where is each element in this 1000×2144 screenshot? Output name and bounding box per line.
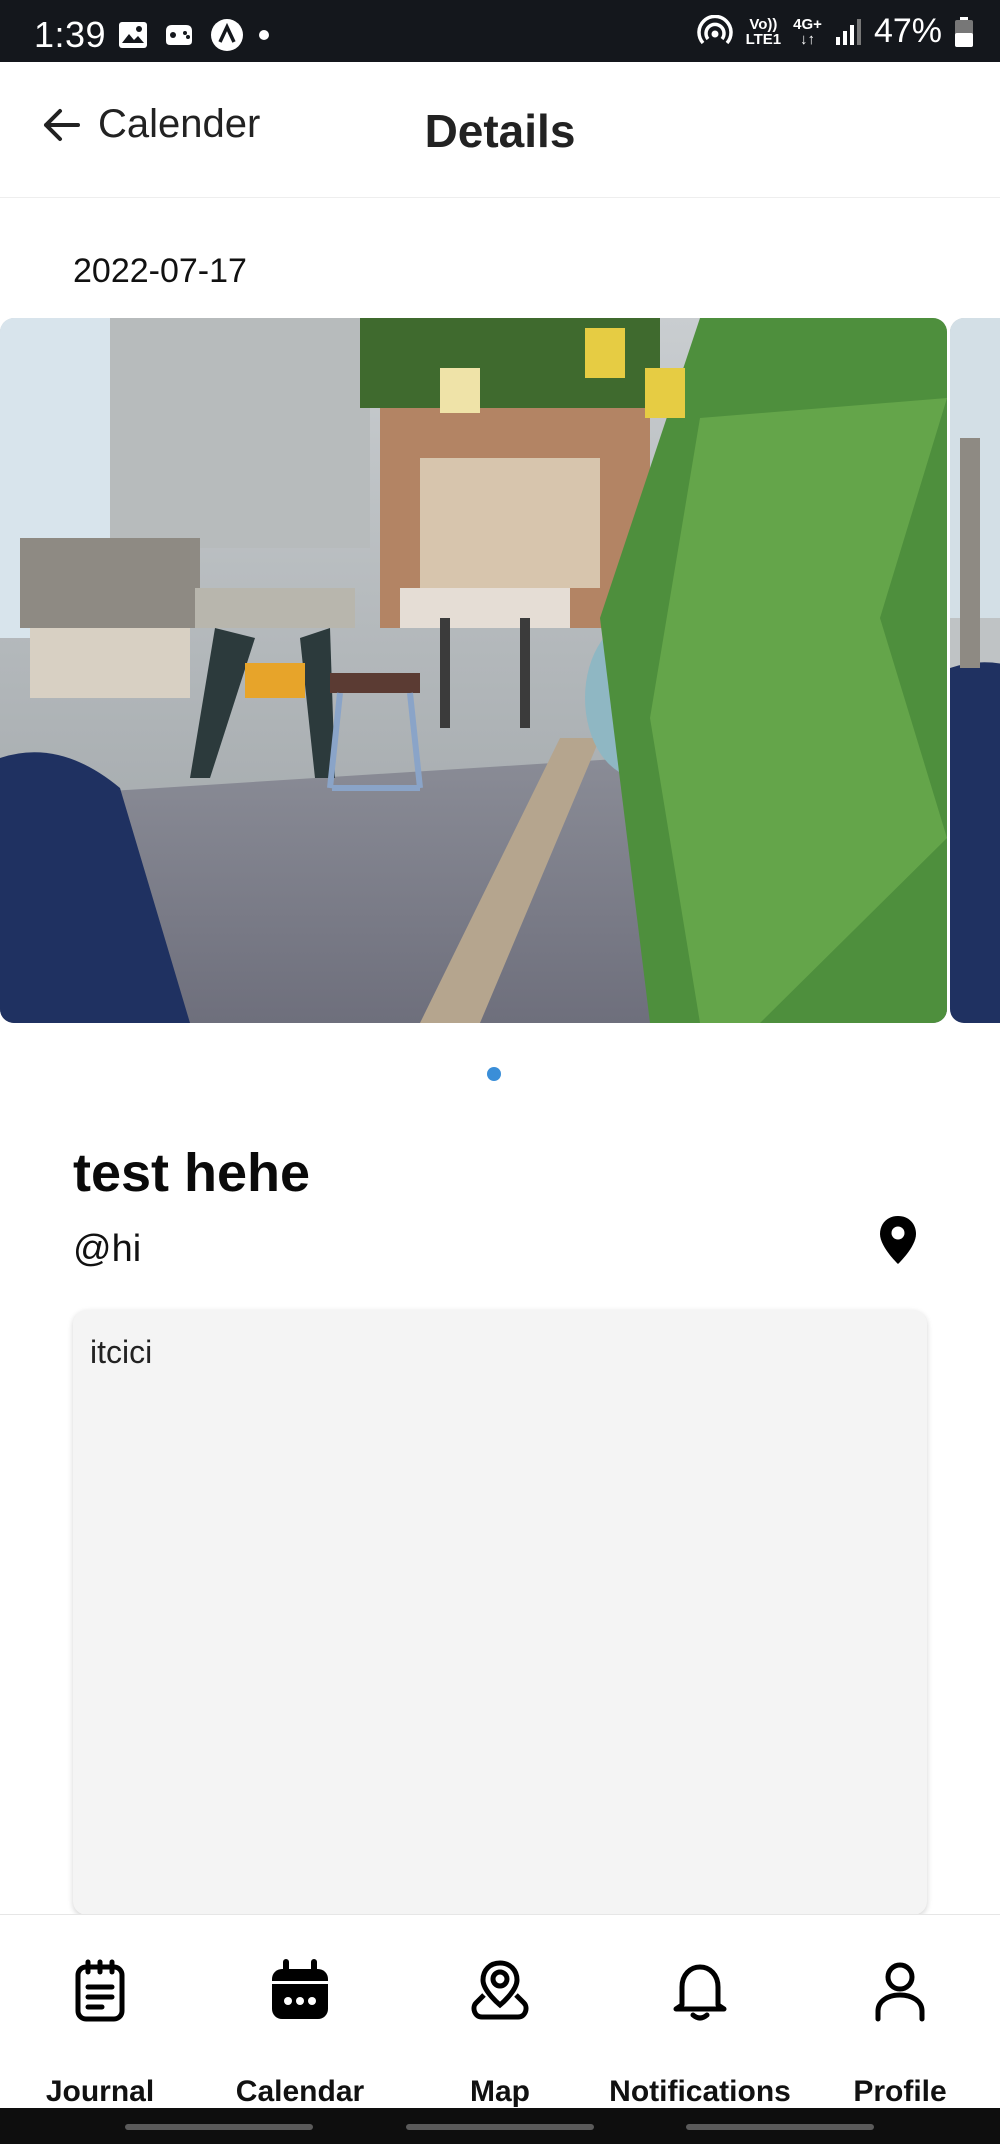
network-type: 4G+ ↓↑ — [793, 17, 822, 47]
entry-note: itcici — [73, 1310, 927, 1915]
map-marker-icon — [880, 1216, 916, 1264]
nav-map-label: Map — [470, 2075, 530, 2108]
entry-note-text: itcici — [90, 1334, 153, 1370]
nav-calendar[interactable]: Calendar — [200, 1915, 400, 2109]
map-pin-icon — [471, 1960, 529, 2020]
game-icon — [166, 25, 192, 45]
pagination-dot-active[interactable] — [487, 1067, 501, 1081]
calendar-icon — [272, 1959, 328, 2019]
photo-carousel[interactable] — [0, 318, 1000, 1023]
nav-journal[interactable]: Journal — [0, 1915, 200, 2109]
system-icons: Vo)) LTE1 4G+ ↓↑ 47% — [696, 12, 974, 51]
nav-map[interactable]: Map — [400, 1915, 600, 2109]
hotspot-icon — [696, 14, 733, 44]
gesture-pill-right[interactable] — [686, 2124, 874, 2130]
system-gesture-bar — [0, 2108, 1000, 2144]
battery-icon — [955, 16, 973, 47]
nav-notifications-label: Notifications — [609, 2075, 791, 2108]
battery-percent: 47% — [873, 12, 942, 50]
gesture-pill-center[interactable] — [406, 2124, 594, 2130]
bottom-navigation: Journal Calendar Map Notifications Profi… — [0, 1914, 1000, 2108]
notification-icons — [118, 18, 270, 52]
next-photo-peek[interactable] — [950, 318, 1000, 1023]
data-arrows-icon: ↓↑ — [800, 30, 816, 48]
nav-profile[interactable]: Profile — [800, 1915, 1000, 2109]
carousel-pagination — [0, 1067, 1000, 1081]
cafe-interior-photo — [0, 318, 947, 1023]
nav-calendar-label: Calendar — [235, 2075, 365, 2108]
volte-indicator: Vo)) LTE1 — [746, 17, 782, 47]
signal-icon — [835, 18, 861, 45]
nav-journal-label: Journal — [45, 2075, 155, 2108]
entry-title: test hehe — [73, 1143, 311, 1203]
entry-date: 2022-07-17 — [73, 252, 247, 290]
app-icon — [211, 19, 243, 51]
lte-label: LTE1 — [745, 30, 782, 48]
bell-icon — [673, 1964, 727, 2021]
status-bar: 1:39 Vo)) LTE1 4G+ ↓↑ 47% — [0, 0, 1000, 62]
network-type-label: 4G+ — [793, 15, 822, 33]
entry-photo[interactable] — [0, 318, 947, 1023]
volte-label: Vo)) — [749, 15, 778, 33]
next-photo-preview — [950, 318, 1000, 1023]
more-dot-icon — [259, 30, 269, 40]
app-header: Calender Details — [0, 62, 1000, 198]
profile-icon — [875, 1962, 925, 2022]
entry-username: @hi — [73, 1228, 142, 1270]
page-title: Details — [424, 105, 576, 157]
nav-notifications[interactable]: Notifications — [600, 1915, 800, 2109]
image-icon — [119, 22, 147, 48]
journal-icon — [75, 1959, 125, 2022]
status-time: 1:39 — [34, 14, 107, 55]
gesture-pill-left[interactable] — [125, 2124, 313, 2130]
nav-profile-label: Profile — [853, 2075, 947, 2108]
location-button[interactable] — [878, 1214, 918, 1266]
